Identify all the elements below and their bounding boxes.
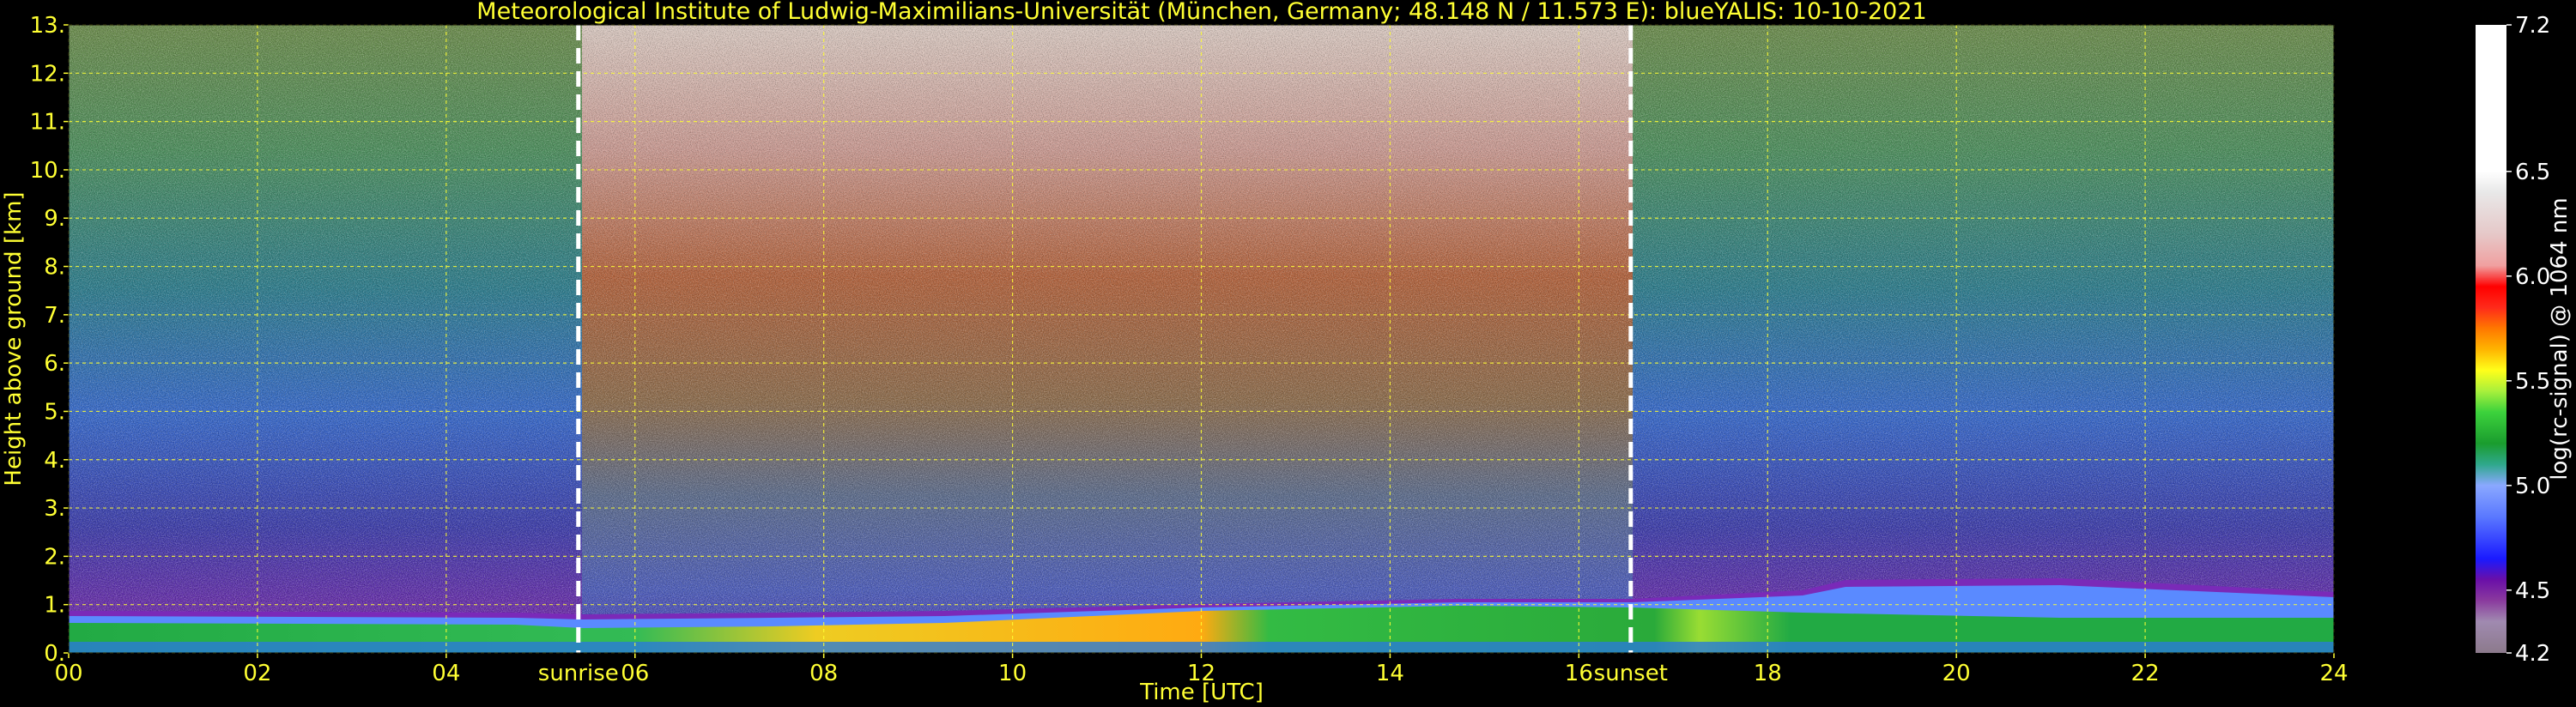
colorbar: 4.2 4.5 5.0 5.5 6.0 6.5 7.2 <box>2476 13 2550 667</box>
colorbar-scale <box>2476 25 2506 653</box>
x-tick-label: 06 <box>621 661 649 686</box>
colorbar-tick-label: 7.2 <box>2515 13 2550 39</box>
y-tick-label: 7. <box>44 303 65 329</box>
y-tick-label: 6. <box>44 351 65 377</box>
y-tick-label: 8. <box>44 255 65 281</box>
y-tick-label: 12. <box>30 61 65 87</box>
colorbar-tick-label: 5.0 <box>2515 474 2550 499</box>
y-tick-label: 0. <box>44 641 65 667</box>
x-tick-label: 02 <box>243 661 271 686</box>
sunset-label: sunset <box>1594 661 1668 686</box>
y-tick-label: 4. <box>44 448 65 474</box>
chart-title: Meteorological Institute of Ludwig-Maxim… <box>476 0 1926 25</box>
heatmap-field <box>69 25 2334 653</box>
colorbar-tick-label: 6.0 <box>2515 264 2550 290</box>
y-tick-label: 2. <box>44 544 65 570</box>
lidar-figure: sunrise sunset 00 02 04 06 08 10 12 14 16 18 20 22 24… <box>1 0 2573 705</box>
sunrise-label: sunrise <box>538 661 619 686</box>
colorbar-label: log(rc-signal) @ 1064 nm <box>2547 197 2573 480</box>
y-tick-label: 10. <box>30 158 65 184</box>
x-tick-label: 20 <box>1943 661 1971 686</box>
colorbar-tick-label: 4.2 <box>2515 641 2550 667</box>
y-tick-label: 1. <box>44 593 65 619</box>
y-tick-label: 13. <box>30 13 65 39</box>
x-tick-label: 16 <box>1565 661 1593 686</box>
x-tick-label: 04 <box>432 661 460 686</box>
colorbar-tick-label: 4.5 <box>2515 578 2550 604</box>
x-tick-label: 10 <box>998 661 1027 686</box>
y-axis-ticks: 0. 1. 2. 3. 4. 5. 6. 7. 8. 9. 10. 11. 12. 13. <box>30 13 69 667</box>
y-tick-label: 9. <box>44 206 65 232</box>
x-tick-label: 18 <box>1754 661 1782 686</box>
x-tick-label: 22 <box>2131 661 2160 686</box>
colorbar-tick-label: 5.5 <box>2515 369 2550 395</box>
colorbar-tick-label: 6.5 <box>2515 160 2550 185</box>
x-tick-label: 24 <box>2319 661 2348 686</box>
x-tick-label: 14 <box>1376 661 1404 686</box>
x-axis-label: Time [UTC] <box>1139 680 1264 705</box>
y-tick-label: 5. <box>44 399 65 425</box>
y-tick-label: 11. <box>30 110 65 136</box>
y-axis-label: Height above ground [km] <box>1 191 27 486</box>
x-tick-label: 08 <box>809 661 838 686</box>
noise-dark <box>69 25 2334 653</box>
y-tick-label: 3. <box>44 496 65 522</box>
